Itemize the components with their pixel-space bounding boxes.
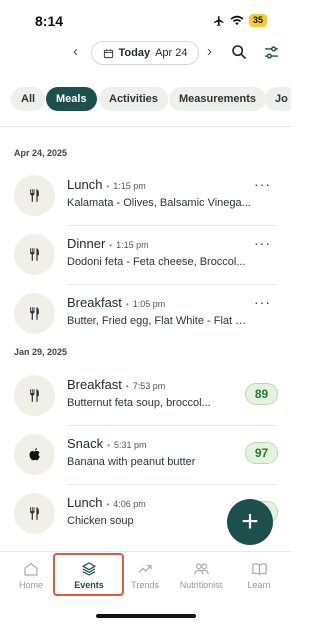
row-divider — [67, 284, 277, 285]
more-options-icon[interactable]: ··· — [254, 294, 271, 310]
separator-dot: • — [106, 500, 110, 509]
wifi-icon — [230, 15, 244, 26]
tab-trends[interactable]: Trends — [116, 552, 174, 598]
tab-nutritionist[interactable]: Nutritionist — [172, 552, 230, 598]
meal-time: 1:15 pm — [113, 181, 146, 191]
home-icon — [24, 562, 38, 576]
meal-name: Breakfast — [67, 295, 122, 310]
calendar-icon — [103, 48, 113, 58]
date-today-label: Today — [118, 47, 151, 59]
battery-indicator: 35 — [248, 14, 267, 27]
prev-day-button[interactable]: ‹ — [73, 43, 78, 60]
tab-label: Trends — [131, 579, 159, 590]
meal-description: Butter, Fried egg, Flat White - Flat W..… — [67, 315, 253, 327]
meal-description: Butternut feta soup, broccol... — [67, 397, 211, 409]
tab-home[interactable]: Home — [2, 552, 60, 598]
meal-icon-circle — [14, 375, 55, 416]
more-options-icon[interactable]: ··· — [254, 176, 271, 192]
home-indicator — [96, 614, 196, 618]
date-picker[interactable]: Today Apr 24 — [91, 41, 199, 65]
list-item[interactable]: Dinner • 1:15 pm Dodoni feta - Feta cheese… — [0, 229, 291, 285]
list-item[interactable]: Breakfast • 1:05 pm Butter, Fried egg, Fla… — [0, 288, 291, 344]
meal-name: Snack — [67, 436, 104, 451]
filter-chips: All Meals Activities Measurements Jo — [0, 87, 291, 111]
apple-icon — [29, 448, 40, 461]
bottom-tab-bar: Home Events Trends Nutritionist Learn — [0, 551, 291, 597]
utensils-icon — [30, 307, 39, 320]
search-icon[interactable] — [231, 44, 247, 60]
tab-label: Nutritionist — [179, 579, 223, 590]
list-item[interactable]: Snack • 5:31 pm Banana with peanut butter … — [0, 429, 291, 485]
separator-dot: • — [106, 182, 110, 191]
meal-name: Lunch — [67, 495, 103, 510]
meal-icon-circle — [14, 175, 55, 216]
date-navigation: ‹ Today Apr 24 › — [0, 41, 291, 65]
status-bar: 8:14 35 — [0, 0, 291, 40]
meal-name: Dinner — [67, 236, 106, 251]
separator-dot: • — [109, 241, 113, 250]
filter-chip-activities[interactable]: Activities — [99, 87, 168, 111]
section-date: Apr 24, 2025 — [14, 148, 68, 158]
meal-description: Banana with peanut butter — [67, 456, 196, 468]
date-value: Apr 24 — [155, 47, 188, 59]
meal-icon-circle — [14, 293, 55, 334]
meal-icon-circle — [14, 234, 55, 275]
meal-time: 7:53 pm — [132, 381, 166, 391]
utensils-icon — [30, 248, 39, 261]
list-item[interactable]: Lunch • 1:15 pm Kalamata - Olives, Balsami… — [0, 170, 291, 226]
more-options-icon[interactable]: ··· — [254, 235, 271, 251]
status-time: 8:14 — [35, 13, 64, 29]
row-divider — [67, 225, 277, 226]
meal-description: Kalamata - Olives, Balsamic Vinega... — [67, 197, 251, 209]
tab-learn[interactable]: Learn — [230, 552, 288, 598]
list-item[interactable]: Breakfast • 7:53 pm Butternut feta soup, b… — [0, 370, 291, 426]
meal-name: Breakfast — [67, 377, 122, 392]
separator-dot: • — [107, 441, 110, 450]
book-icon — [251, 562, 267, 575]
separator-dot: • — [125, 300, 129, 309]
tab-label: Learn — [247, 579, 271, 590]
filter-chip-measurements[interactable]: Measurements — [169, 87, 267, 111]
row-divider — [67, 425, 277, 426]
next-day-button[interactable]: › — [207, 43, 212, 60]
meal-description: Dodoni feta - Feta cheese, Broccol... — [67, 256, 246, 268]
header-divider — [0, 126, 291, 127]
active-tab-highlight — [53, 553, 124, 596]
meal-time: 1:15 pm — [116, 240, 149, 250]
utensils-icon — [30, 189, 39, 202]
separator-dot: • — [125, 382, 129, 391]
section-date: Jan 29, 2025 — [14, 347, 68, 357]
filter-chip-journal[interactable]: Jo — [265, 87, 291, 111]
people-icon — [193, 562, 209, 574]
filter-chip-all[interactable]: All — [11, 87, 46, 111]
filter-chip-meals[interactable]: Meals — [46, 87, 97, 111]
utensils-icon — [30, 389, 39, 402]
meal-icon-circle — [14, 434, 55, 475]
row-divider — [67, 484, 277, 485]
status-icons: 35 — [213, 14, 267, 27]
meal-time: 4:06 pm — [113, 499, 146, 509]
meal-score-badge: 89 — [245, 383, 278, 405]
trend-icon — [138, 564, 152, 573]
meal-time: 5:31 pm — [113, 440, 147, 450]
meal-name: Lunch — [67, 177, 103, 192]
meal-icon-circle — [14, 493, 55, 534]
add-entry-button[interactable]: + — [227, 499, 273, 545]
meal-time: 1:05 pm — [132, 299, 166, 309]
tab-label: Home — [18, 579, 43, 590]
meal-description: Chicken soup — [67, 515, 134, 527]
utensils-icon — [30, 507, 39, 520]
filter-settings-icon[interactable] — [263, 44, 280, 61]
airplane-icon — [213, 15, 224, 26]
meal-score-badge: 97 — [245, 442, 278, 464]
